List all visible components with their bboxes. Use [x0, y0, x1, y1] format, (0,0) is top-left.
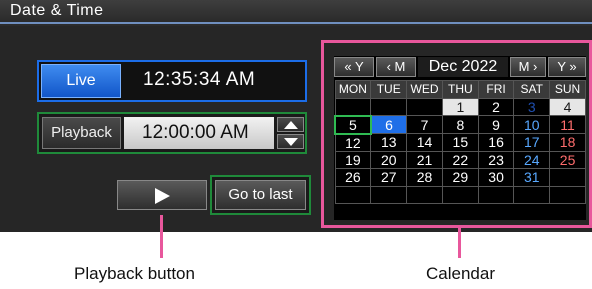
live-time-display: 12:35:34 AM — [143, 69, 256, 90]
playback-row: Playback 12:00:00 AM — [37, 112, 307, 154]
go-to-last-frame: Go to last — [210, 175, 311, 215]
triangle-up-icon — [284, 121, 298, 129]
time-up-button[interactable] — [277, 117, 304, 132]
live-row: Live 12:35:34 AM — [37, 60, 307, 102]
triangle-down-icon — [284, 138, 298, 146]
title-bar: Date & Time — [0, 0, 592, 24]
calendar-callout: Calendar — [426, 264, 495, 283]
calendar-highlight-outline — [321, 40, 592, 228]
playback-button[interactable] — [117, 180, 207, 210]
playback-time-field[interactable]: 12:00:00 AM — [124, 117, 274, 149]
play-icon — [155, 188, 170, 204]
go-to-last-button[interactable]: Go to last — [215, 180, 306, 210]
calendar-pointer — [458, 228, 461, 258]
playback-label: Playback — [42, 117, 121, 149]
date-time-panel: Date & Time Live 12:35:34 AM Playback 12… — [0, 0, 592, 232]
playback-button-pointer — [160, 215, 163, 258]
playback-button-callout: Playback button — [74, 264, 195, 283]
window-title: Date & Time — [10, 2, 104, 19]
time-down-button[interactable] — [277, 134, 304, 149]
live-button[interactable]: Live — [41, 64, 121, 98]
